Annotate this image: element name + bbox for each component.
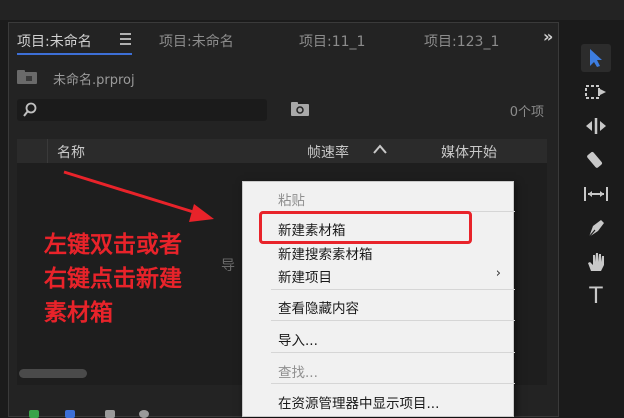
top-strip xyxy=(0,0,624,20)
column-header-name[interactable]: 名称 xyxy=(57,142,85,162)
menu-item-reveal-in-explorer[interactable]: 在资源管理器中显示项目... xyxy=(278,392,439,412)
sort-ascending-icon[interactable] xyxy=(373,144,387,154)
panel-menu-icon[interactable] xyxy=(120,33,131,48)
annotation-line-2: 右键点击新建 xyxy=(44,266,182,292)
hand-tool[interactable] xyxy=(581,248,611,276)
menu-separator xyxy=(271,289,515,290)
pen-tool[interactable] xyxy=(581,214,611,242)
menu-item-find[interactable]: 查找... xyxy=(278,361,318,381)
ripple-edit-icon xyxy=(586,118,606,134)
tab-project-untitled[interactable]: 项目:未命名 xyxy=(159,31,234,51)
slip-icon xyxy=(584,187,608,201)
slip-tool[interactable] xyxy=(581,180,611,208)
tools-panel: T xyxy=(573,36,624,417)
import-hint-text: 导 xyxy=(221,258,235,274)
search-input[interactable] xyxy=(17,99,267,121)
menu-item-new-search-bin[interactable]: 新建搜索素材箱 xyxy=(278,243,373,263)
menu-item-new-item[interactable]: 新建项目 xyxy=(278,266,332,286)
annotation-text: 左键双击或者 右键点击新建 素材箱 xyxy=(44,228,182,330)
column-header-row: 名称 帧速率 媒体开始 xyxy=(17,139,547,163)
menu-item-paste[interactable]: 粘贴 xyxy=(278,189,305,209)
project-folder-icon xyxy=(17,70,37,84)
submenu-arrow-icon: › xyxy=(495,266,501,281)
hand-icon xyxy=(588,253,604,271)
pen-icon xyxy=(588,220,604,238)
column-header-media-start[interactable]: 媒体开始 xyxy=(441,142,497,162)
ripple-edit-tool[interactable] xyxy=(581,112,611,140)
expand-panels-icon[interactable]: » xyxy=(543,27,553,46)
item-count: 0个项 xyxy=(509,105,544,120)
selection-tool[interactable] xyxy=(581,44,611,72)
razor-icon xyxy=(587,151,602,168)
selection-arrow-icon xyxy=(590,49,602,67)
tab-project-11-1[interactable]: 项目:11_1 xyxy=(299,31,365,51)
track-select-tool[interactable] xyxy=(581,78,611,106)
tab-bar: 项目:未命名 项目:未命名 项目:11_1 项目:123_1 » xyxy=(9,23,558,57)
type-tool[interactable]: T xyxy=(581,282,611,310)
menu-item-import[interactable]: 导入... xyxy=(278,329,318,349)
menu-separator xyxy=(271,320,515,321)
new-search-bin-icon[interactable] xyxy=(291,102,309,116)
razor-tool[interactable] xyxy=(581,146,611,174)
project-file-name: 未命名.prproj xyxy=(53,73,135,88)
annotation-line-1: 左键双击或者 xyxy=(44,232,182,258)
track-select-forward-icon xyxy=(585,85,606,99)
column-header-frame-rate[interactable]: 帧速率 xyxy=(307,142,349,162)
horizontal-scrollbar[interactable] xyxy=(19,369,87,378)
menu-separator xyxy=(271,383,515,384)
column-separator xyxy=(47,139,48,163)
tab-project-123-1[interactable]: 项目:123_1 xyxy=(424,31,499,51)
active-tab-indicator xyxy=(17,53,132,55)
type-icon: T xyxy=(589,283,603,309)
tab-project-untitled-active[interactable]: 项目:未命名 xyxy=(17,31,92,51)
search-icon xyxy=(23,102,37,117)
context-menu: 粘贴 新建素材箱 新建搜索素材箱 新建项目 › 查看隐藏内容 导入... 查找.… xyxy=(242,181,515,417)
annotation-line-3: 素材箱 xyxy=(44,300,113,326)
highlight-box xyxy=(259,211,472,244)
menu-item-view-hidden[interactable]: 查看隐藏内容 xyxy=(278,297,359,317)
menu-separator xyxy=(271,352,515,353)
